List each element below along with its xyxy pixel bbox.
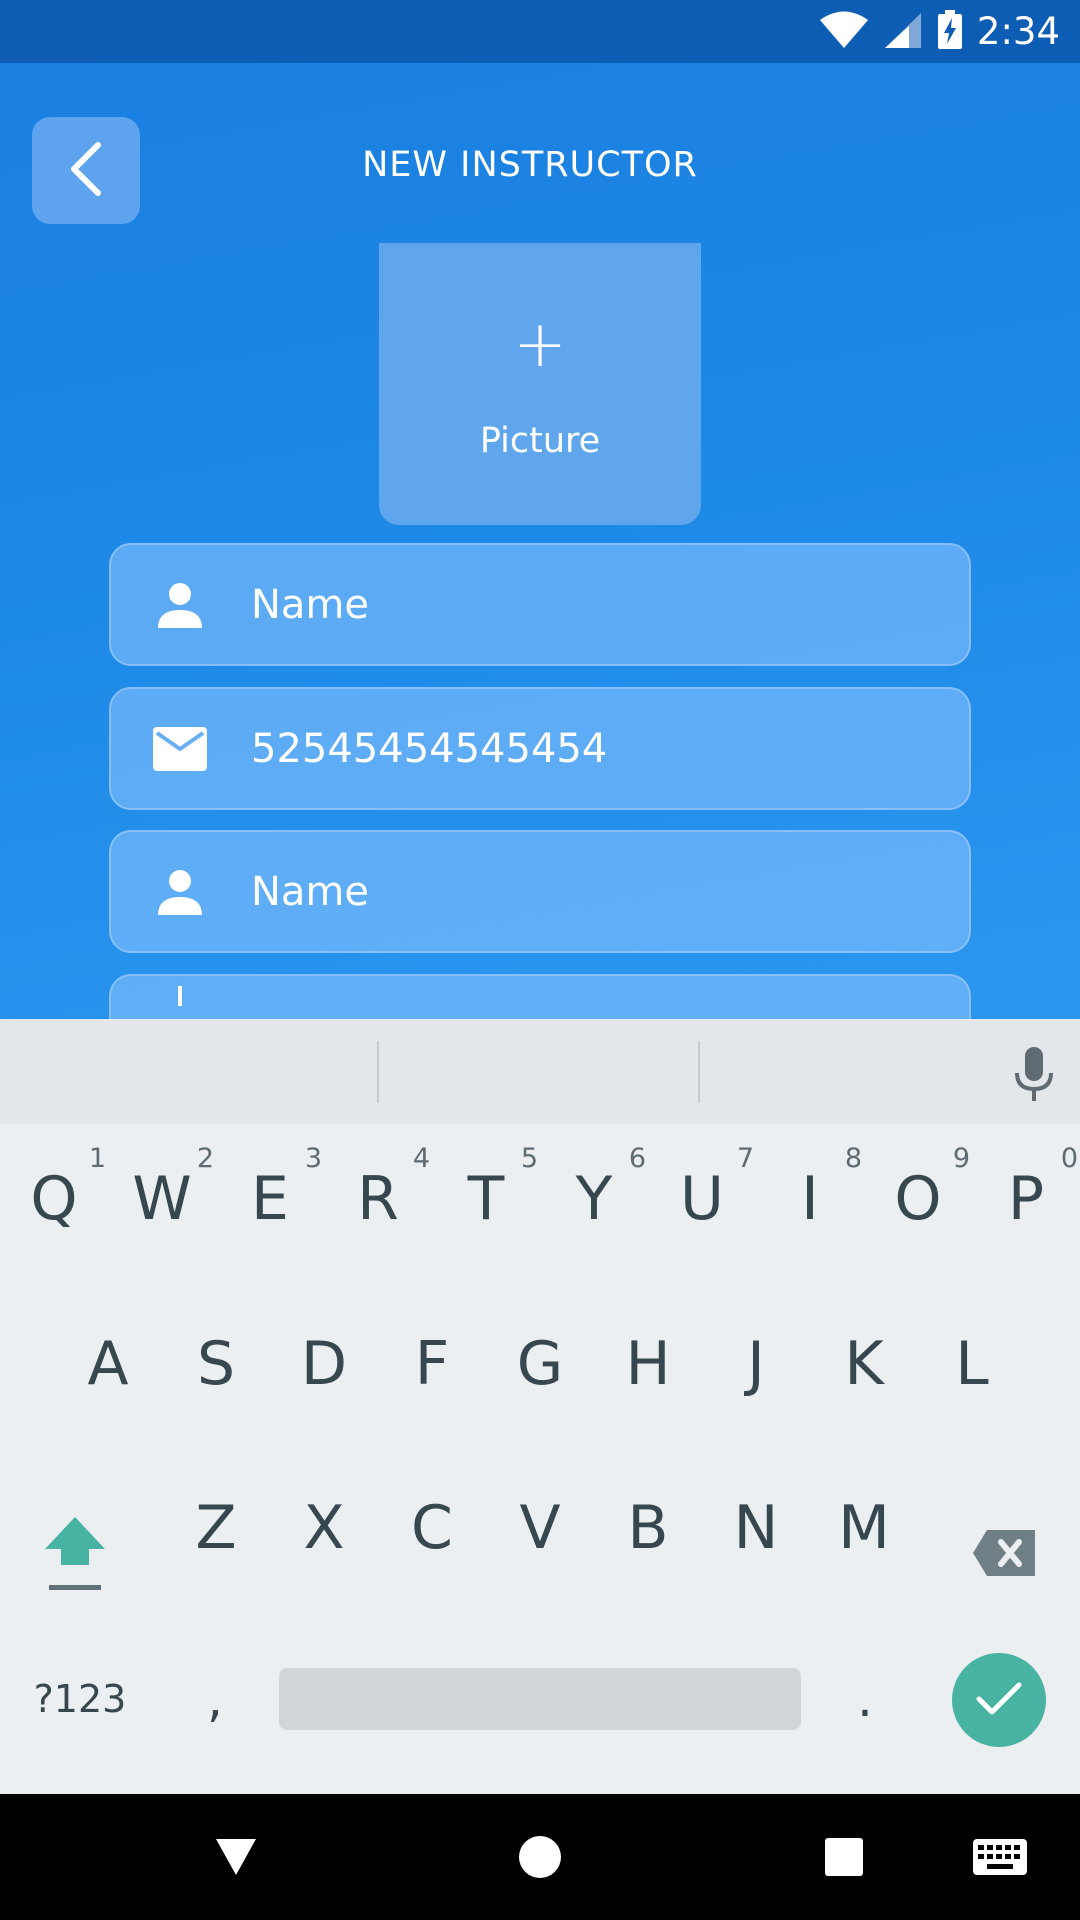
status-time: 2:34	[976, 10, 1060, 53]
symbols-key[interactable]: ?123	[20, 1659, 140, 1739]
key-a[interactable]: A	[62, 1314, 154, 1414]
mic-icon[interactable]	[1012, 1047, 1056, 1103]
key-u[interactable]: U7	[656, 1143, 754, 1249]
status-icons: 2:34	[819, 0, 1060, 63]
suggestion-bar	[0, 1019, 1080, 1124]
key-g[interactable]: G	[494, 1314, 586, 1414]
email-field[interactable]: 52545454545454	[109, 687, 971, 810]
key-w[interactable]: W2	[116, 1143, 214, 1249]
email-value: 52545454545454	[251, 725, 608, 772]
back-triangle-icon[interactable]	[196, 1794, 276, 1920]
key-n[interactable]: N	[710, 1478, 802, 1578]
navigation-bar	[0, 1794, 1080, 1920]
name-placeholder-2: Name	[251, 868, 370, 915]
suggestion-divider	[377, 1041, 379, 1103]
keyboard: Q1W2E3R4T5Y6U7I8O9P0 ASDFGHJKL ZXCVBNM ?…	[0, 1019, 1080, 1794]
key-i[interactable]: I8	[764, 1143, 862, 1249]
key-hint: 8	[844, 1143, 862, 1174]
key-l[interactable]: L	[926, 1314, 1018, 1414]
picture-label: Picture	[479, 421, 601, 461]
key-label: E	[251, 1164, 289, 1234]
check-icon	[975, 1679, 1023, 1721]
recents-square-icon[interactable]	[804, 1794, 884, 1920]
key-hint: 1	[88, 1143, 106, 1174]
person-icon	[151, 545, 209, 664]
key-h[interactable]: H	[602, 1314, 694, 1414]
mail-icon	[151, 689, 209, 808]
key-k[interactable]: K	[818, 1314, 910, 1414]
key-hint: 7	[736, 1143, 754, 1174]
name-placeholder: Name	[251, 581, 370, 628]
plus-icon: +	[513, 308, 567, 382]
home-circle-icon[interactable]	[500, 1794, 580, 1920]
partial-field[interactable]	[109, 974, 971, 1019]
key-s[interactable]: S	[170, 1314, 262, 1414]
key-o[interactable]: O9	[872, 1143, 970, 1249]
name-field-2[interactable]: Name	[109, 830, 971, 953]
key-label: Q	[30, 1164, 78, 1234]
status-bar: 2:34	[0, 0, 1080, 63]
key-c[interactable]: C	[386, 1478, 478, 1578]
key-label: U	[680, 1164, 724, 1234]
key-hint: 0	[1060, 1143, 1078, 1174]
key-p[interactable]: P0	[980, 1143, 1078, 1249]
shift-key[interactable]	[30, 1513, 120, 1593]
enter-key[interactable]	[952, 1653, 1046, 1747]
person-icon	[151, 832, 209, 951]
cell-signal-icon	[883, 11, 923, 53]
key-y[interactable]: Y6	[548, 1143, 646, 1249]
field-icon-partial	[151, 976, 209, 1019]
battery-charging-icon	[937, 9, 963, 54]
key-d[interactable]: D	[278, 1314, 370, 1414]
key-f[interactable]: F	[386, 1314, 478, 1414]
key-hint: 3	[304, 1143, 322, 1174]
key-q[interactable]: Q1	[8, 1143, 106, 1249]
key-b[interactable]: B	[602, 1478, 694, 1578]
key-label: W	[132, 1164, 192, 1234]
space-key[interactable]	[279, 1668, 801, 1730]
name-field[interactable]: Name	[109, 543, 971, 666]
key-e[interactable]: E3	[224, 1143, 322, 1249]
key-z[interactable]: Z	[170, 1478, 262, 1578]
key-label: R	[357, 1164, 399, 1234]
key-j[interactable]: J	[710, 1314, 802, 1414]
key-hint: 5	[520, 1143, 538, 1174]
key-x[interactable]: X	[278, 1478, 370, 1578]
key-hint: 6	[628, 1143, 646, 1174]
key-m[interactable]: M	[818, 1478, 910, 1578]
key-t[interactable]: T5	[440, 1143, 538, 1249]
key-label: O	[894, 1164, 942, 1234]
page-title: NEW INSTRUCTOR	[362, 145, 698, 185]
add-picture-button[interactable]: + Picture	[379, 243, 701, 525]
backspace-key[interactable]	[960, 1513, 1050, 1593]
period-key[interactable]: .	[830, 1659, 900, 1739]
key-label: P	[1007, 1164, 1045, 1234]
keyboard-switch-icon[interactable]	[960, 1794, 1040, 1920]
key-hint: 2	[196, 1143, 214, 1174]
key-label: Y	[575, 1164, 613, 1234]
wifi-icon	[819, 11, 869, 53]
key-label: I	[801, 1164, 819, 1234]
key-r[interactable]: R4	[332, 1143, 430, 1249]
comma-key[interactable]: ,	[180, 1659, 250, 1739]
key-label: T	[467, 1164, 505, 1234]
key-hint: 9	[952, 1143, 970, 1174]
suggestion-divider	[698, 1041, 700, 1103]
key-hint: 4	[412, 1143, 430, 1174]
app-content: NEW INSTRUCTOR + Picture Name 5254545454…	[0, 63, 1080, 1019]
key-v[interactable]: V	[494, 1478, 586, 1578]
